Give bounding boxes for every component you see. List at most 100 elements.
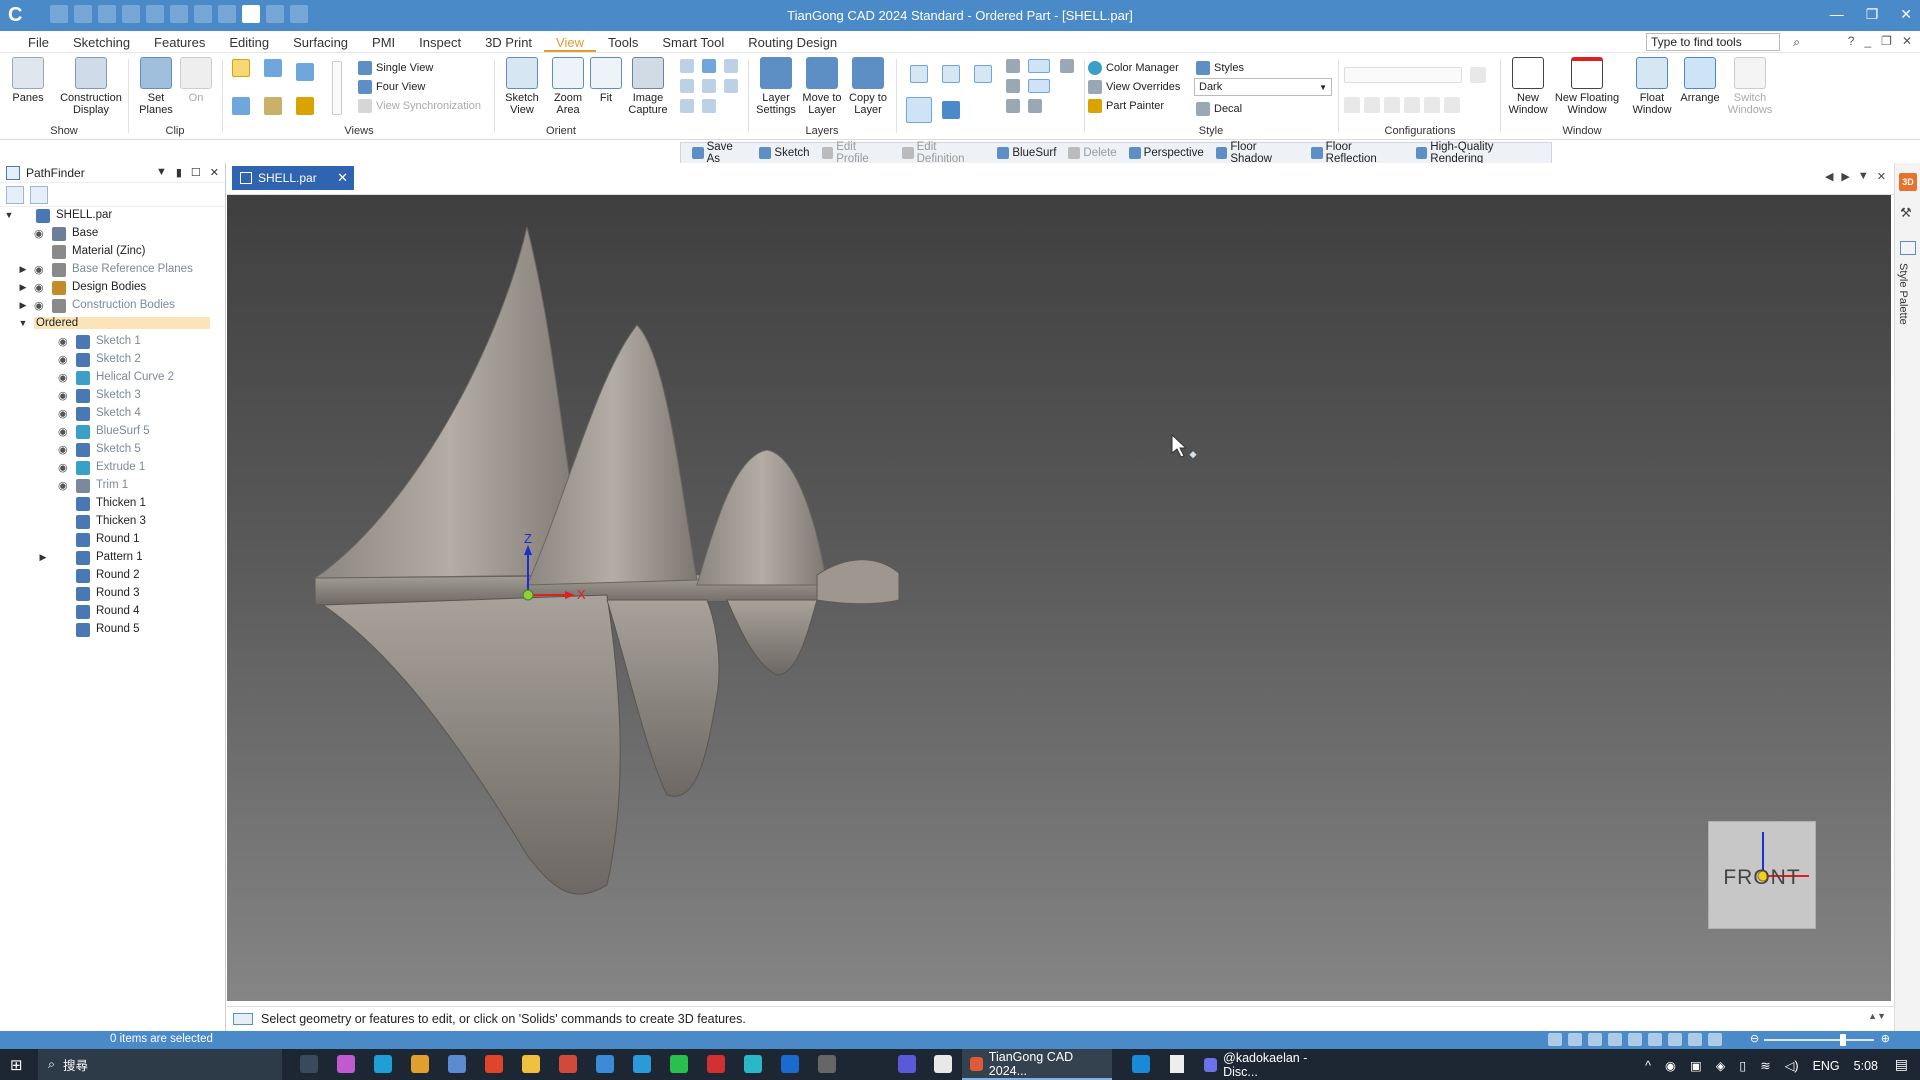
collapse-icon[interactable]: ▼ [18,318,28,328]
zoom-thumb[interactable] [1840,1034,1847,1046]
sketch-view-button[interactable]: Sketch View [496,57,548,116]
wechat-icon[interactable] [670,1055,688,1073]
float-window-button[interactable]: Float Window [1626,57,1678,116]
close-icon[interactable]: ✕ [210,166,219,179]
tree-item-base[interactable]: ◉ Base [0,225,226,243]
chrome-icon[interactable] [485,1055,503,1073]
search-icon[interactable]: ⌕ [1793,35,1800,50]
tree-item-sketch-5[interactable]: ◉ Sketch 5 [0,441,226,459]
tab-tools[interactable]: Tools [596,35,650,52]
notification-icon[interactable]: ▤ [1895,1056,1908,1073]
tree-item-round-4[interactable]: Round 4 [0,603,226,621]
tab-features[interactable]: Features [142,35,217,52]
tab-prev-icon[interactable]: ◀ [1825,170,1833,183]
status-tool-icon[interactable] [1708,1033,1722,1046]
tab-next-icon[interactable]: ▶ [1841,170,1849,183]
status-tool-icon[interactable] [1588,1033,1602,1046]
tab-editing[interactable]: Editing [217,35,281,52]
tray-app-icon[interactable]: ▣ [1690,1058,1702,1073]
tree-item-pattern-1[interactable]: ▶ Pattern 1 [0,549,226,567]
help-icon[interactable]: ? [1848,34,1855,48]
view-right-icon[interactable] [974,65,992,83]
config-tool-3-icon[interactable] [1384,97,1400,113]
cmd-delete-button[interactable]: Delete [1063,147,1121,159]
view-cascade-icon[interactable] [264,97,282,115]
prompt-scroll-icon[interactable]: ▲▼ [1868,1011,1886,1021]
move-to-layer-button[interactable]: Move to Layer [796,57,848,116]
view-gallery-scroll[interactable] [332,61,342,115]
tree-item-sketch-3[interactable]: ◉ Sketch 3 [0,387,226,405]
app-icon[interactable] [934,1055,952,1073]
layer-settings-button[interactable]: Layer Settings [750,57,802,116]
tab-smart-tool[interactable]: Smart Tool [650,35,736,52]
shaded-with-edges-icon[interactable] [906,97,932,123]
shaded-icon[interactable] [942,101,960,119]
image-capture-button[interactable]: Image Capture [622,57,674,116]
visibility-eye-icon[interactable]: ◉ [58,481,70,492]
cmd-edit-definition-button[interactable]: Edit Definition [897,141,990,165]
view-list-icon[interactable] [296,63,314,81]
doc-close-all-icon[interactable]: ✕ [1877,170,1886,183]
expand-icon[interactable]: ▶ [18,282,28,293]
tab-view[interactable]: View [544,35,596,52]
display-box-icon[interactable] [1006,59,1020,73]
construction-display-button[interactable]: Construction Display [58,57,124,116]
previous-view-icon[interactable] [680,99,694,113]
skype-icon[interactable] [1132,1055,1150,1073]
config-tool-2-icon[interactable] [1364,97,1380,113]
battery-icon[interactable]: ▯ [1739,1058,1746,1073]
new-view-icon[interactable] [264,59,282,77]
store-icon[interactable] [411,1055,429,1073]
feature-tab-icon[interactable] [6,186,24,204]
pin-icon[interactable]: ▮ [176,166,182,179]
app-icon[interactable] [596,1055,614,1073]
arrange-button[interactable]: Arrange [1674,57,1726,104]
tab-file[interactable]: File [16,35,61,52]
windows-start-icon[interactable]: ⊞ [10,1056,23,1074]
sketch-display-icon[interactable] [1028,99,1042,113]
tree-item-bluesurf-5[interactable]: ◉ BlueSurf 5 [0,423,226,441]
config-save-icon[interactable] [1470,67,1486,83]
document-tab[interactable]: SHELL.par ✕ [232,166,354,190]
tree-item-sketch-4[interactable]: ◉ Sketch 4 [0,405,226,423]
style-palette-icon[interactable] [1900,241,1916,255]
tree-item-ordered[interactable]: ▼ Ordered [0,315,226,333]
visible-edges-icon[interactable] [1006,99,1020,113]
graphics-viewport[interactable]: Z X FRONT [227,195,1891,1001]
cmd-save-as-button[interactable]: Save As [687,141,752,165]
cmd-floor-reflection-button[interactable]: Floor Reflection [1306,141,1409,165]
tree-item-base-reference-planes[interactable]: ▶ ◉ Base Reference Planes [0,261,226,279]
status-tool-icon[interactable] [1568,1033,1582,1046]
panes-button[interactable]: Panes [2,57,54,104]
cmd-high-quality-rendering-button[interactable]: High-Quality Rendering [1411,141,1551,165]
styles-button[interactable]: Styles [1196,59,1244,76]
tray-app-icon[interactable]: ◉ [1665,1058,1676,1073]
zoom-out-icon[interactable]: ⊖ [1750,1032,1759,1045]
clock[interactable]: 5:08 [1854,1059,1878,1073]
four-view-button[interactable]: Four View [358,78,425,95]
app-icon[interactable] [559,1055,577,1073]
app-icon[interactable] [898,1055,916,1073]
style-palette-tab[interactable]: Style Palette [1897,263,1909,325]
config-tool-5-icon[interactable] [1424,97,1440,113]
cmd-perspective-button[interactable]: Perspective [1124,147,1209,159]
tree-item-shell-par[interactable]: ▼ SHELL.par [0,207,226,225]
view-cube[interactable]: FRONT [1708,821,1816,929]
task-view-icon[interactable] [300,1055,318,1073]
file-explorer-icon[interactable] [522,1055,540,1073]
tree-item-construction-bodies[interactable]: ▶ ◉ Construction Bodies [0,297,226,315]
tab-routing-design[interactable]: Routing Design [736,35,849,52]
tree-item-thicken-1[interactable]: Thicken 1 [0,495,226,513]
zoom-icon[interactable] [680,59,694,73]
rotate-icon[interactable] [724,59,738,73]
3d-tab[interactable]: 3D [1899,173,1917,191]
tree-item-material-zinc-[interactable]: Material (Zinc) [0,243,226,261]
cmd-floor-shadow-button[interactable]: Floor Shadow [1211,141,1304,165]
switch-windows-button[interactable]: Switch Windows [1724,57,1776,116]
visibility-eye-icon[interactable]: ◉ [58,355,70,366]
tree-item-sketch-2[interactable]: ◉ Sketch 2 [0,351,226,369]
look-at-face-icon[interactable] [724,79,738,93]
expand-icon[interactable]: ▶ [18,300,28,311]
app-icon[interactable] [744,1055,762,1073]
zoom-in-icon[interactable]: ⊕ [1881,1032,1890,1045]
